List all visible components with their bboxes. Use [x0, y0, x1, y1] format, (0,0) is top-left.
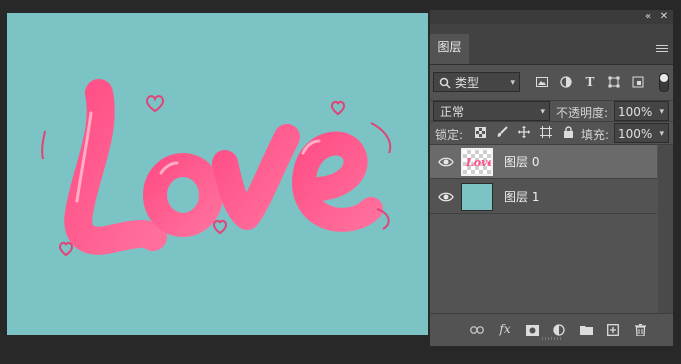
lock-all-icon[interactable] — [560, 124, 576, 140]
close-icon[interactable]: ✕ — [657, 10, 671, 24]
lock-label: 锁定: — [435, 128, 464, 142]
fill-value: 100% — [618, 127, 653, 141]
shape-filter-icon[interactable] — [606, 74, 622, 90]
layers-scrollbar[interactable] — [658, 145, 673, 315]
fill-label: 填充: — [581, 128, 610, 142]
layer-row[interactable]: 图层 1 — [430, 180, 657, 214]
eye-icon[interactable] — [438, 191, 454, 203]
image-filter-icon[interactable] — [534, 74, 550, 90]
lock-transparency-icon[interactable] — [472, 124, 488, 140]
adjustment-filter-icon[interactable] — [558, 74, 574, 90]
lock-artboard-icon[interactable] — [538, 124, 554, 140]
layer-name: 图层 0 — [504, 155, 540, 169]
lock-row: 锁定: 填充: 100% ▾ — [430, 121, 673, 145]
layer-thumbnail: Love — [461, 148, 493, 176]
tab-layers[interactable]: 图层 — [430, 34, 469, 64]
blend-mode-value: 正常 — [440, 105, 465, 119]
fx-icon[interactable]: fx — [497, 321, 513, 337]
opacity-value: 100% — [618, 105, 653, 119]
layer-thumbnail — [461, 183, 493, 211]
layers-bottom-toolbar: fx — [430, 313, 673, 346]
trash-icon[interactable] — [632, 322, 648, 338]
new-layer-icon[interactable] — [605, 322, 621, 338]
filter-kind-label: 类型 — [455, 76, 480, 90]
folder-icon[interactable] — [578, 322, 594, 338]
hamburger-menu-icon[interactable] — [656, 45, 668, 55]
chevron-down-icon: ▾ — [659, 107, 664, 117]
lock-paint-icon[interactable] — [494, 124, 510, 140]
thumbnail-artwork-text: Love — [465, 156, 491, 169]
double-chevron-left-icon[interactable]: « — [641, 10, 655, 24]
document-canvas[interactable] — [7, 13, 428, 335]
layer-row[interactable]: Love 图层 0 — [430, 145, 657, 179]
adjustment-layer-icon[interactable] — [551, 322, 567, 338]
resize-grip[interactable] — [542, 337, 562, 340]
chevron-down-icon: ▾ — [659, 129, 664, 139]
chevron-down-icon: ▾ — [540, 107, 545, 117]
lock-position-icon[interactable] — [516, 124, 532, 140]
blend-mode-dropdown[interactable]: 正常 ▾ — [433, 101, 550, 121]
type-filter-icon[interactable]: T — [582, 74, 598, 90]
filter-row: 类型 ▾ T — [430, 64, 673, 100]
love-artwork — [41, 79, 392, 257]
chevron-down-icon: ▾ — [510, 78, 515, 88]
eye-icon[interactable] — [438, 156, 454, 168]
smart-object-filter-icon[interactable] — [630, 74, 646, 90]
link-icon[interactable] — [469, 322, 485, 338]
panel-title-bar: « ✕ — [430, 10, 673, 24]
filter-toggle[interactable] — [659, 73, 669, 92]
fill-field[interactable]: 100% ▾ — [614, 123, 669, 143]
search-icon — [439, 73, 451, 99]
opacity-label: 不透明度: — [556, 106, 609, 120]
layer-name: 图层 1 — [504, 190, 540, 204]
panel-tab-strip: 图层 — [430, 24, 673, 65]
mask-icon[interactable] — [524, 322, 540, 338]
layers-panel: « ✕ 图层 类型 ▾ T 正常 ▾ 不透明度: 100% ▾ 锁定: 填充: … — [429, 10, 673, 346]
opacity-field[interactable]: 100% ▾ — [614, 101, 669, 121]
filter-kind-dropdown[interactable]: 类型 ▾ — [433, 72, 520, 92]
